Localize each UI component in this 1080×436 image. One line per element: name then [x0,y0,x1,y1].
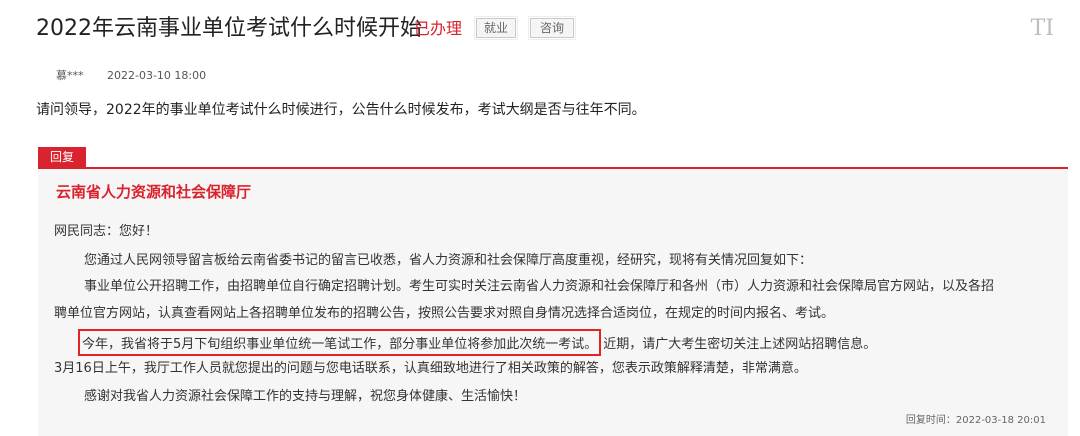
tag-employment[interactable]: 就业 [474,16,518,40]
reply-paragraph-2-line-1: 事业单位公开招聘工作，由招聘单位自行确定招聘计划。考生可实时关注云南省人力资源和… [84,279,995,294]
reply-paragraph-3: 今年，我省将于5月下旬组织事业单位统一笔试工作，部分事业单位将参加此次统一考试。… [78,329,877,356]
reply-paragraph-5: 感谢对我省人力资源社会保障工作的支持与理解，祝您身体健康、生活愉快！ [84,389,527,404]
message-title: 2022年云南事业单位考试什么时候开始 [36,16,422,41]
status-text: 已办理 [414,19,463,38]
tag-consultation[interactable]: 咨询 [528,16,576,40]
reply-paragraph-2-line-2: 聘单位官方网站，认真查看网站上各招聘单位发布的招聘公告，按照公告要求对照自身情况… [54,306,835,321]
font-size-icon[interactable]: TI [1031,16,1054,41]
reply-organization: 云南省人力资源和社会保障厅 [56,183,252,201]
reply-paragraph-3-rest: 近期，请广大考生密切关注上述网站招聘信息。 [603,337,877,352]
reply-box: 云南省人力资源和社会保障厅 网民同志：您好！ 您通过人民网领导留言板给云南省委书… [38,167,1068,436]
message-header: 2022年云南事业单位考试什么时候开始 已办理 就业 咨询 TI [36,14,1060,48]
reply-time: 回复时间：2022-03-18 20:01 [905,415,1046,426]
highlighted-exam-notice: 今年，我省将于5月下旬组织事业单位统一笔试工作，部分事业单位将参加此次统一考试。 [78,329,602,356]
question-text: 请问领导，2022年的事业单位考试什么时候进行，公告什么时候发布，考试大纲是否与… [36,102,646,118]
author-name: 慕*** [56,69,84,82]
reply-greeting: 网民同志：您好！ [54,224,159,239]
reply-label: 回复 [38,147,86,167]
reply-paragraph-4: 3月16日上午，我厅工作人员就您提出的问题与您电话联系，认真细致地进行了相关政策… [54,361,807,376]
reply-paragraph-1: 您通过人民网领导留言板给云南省委书记的留言已收悉，省人力资源和社会保障厅高度重视… [84,253,813,268]
message-meta: 慕*** 2022-03-10 18:00 [56,67,206,83]
post-date: 2022-03-10 18:00 [107,69,207,82]
